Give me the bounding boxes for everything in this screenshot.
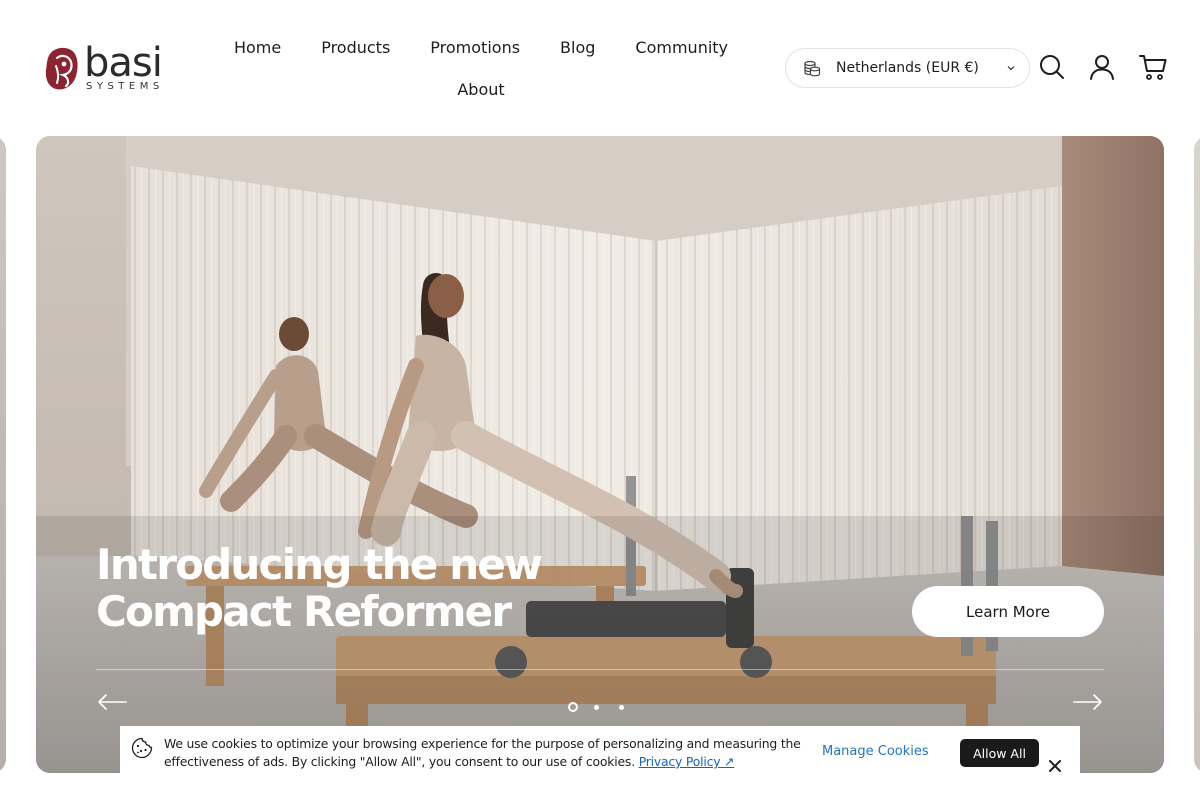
- nav-item-home[interactable]: Home: [214, 28, 301, 68]
- coins-icon: [804, 60, 821, 77]
- learn-more-button[interactable]: Learn More: [912, 586, 1104, 637]
- nav-item-community[interactable]: Community: [615, 28, 748, 68]
- allow-all-button[interactable]: Allow All: [960, 739, 1039, 767]
- nav-row-2: About: [211, 70, 751, 110]
- nav-row-1: Home Products Promotions Blog Community: [211, 28, 751, 68]
- close-icon[interactable]: [1048, 759, 1062, 773]
- arrow-left-icon[interactable]: [96, 691, 128, 713]
- hero-divider: [96, 669, 1104, 670]
- hero-title-line-2: Compact Reformer: [96, 587, 512, 636]
- logo-wordmark: basi SYSTEMS: [84, 39, 164, 92]
- account-icon[interactable]: [1087, 52, 1117, 82]
- logo-subtitle: SYSTEMS: [86, 80, 164, 92]
- previous-slide-peek: [0, 136, 6, 773]
- slide-dot-3[interactable]: [619, 704, 624, 710]
- basi-logo-mark-icon: [45, 47, 78, 90]
- site-header: basi SYSTEMS Home Products Promotions Bl…: [0, 0, 1200, 136]
- nav-item-blog[interactable]: Blog: [540, 28, 615, 68]
- cart-icon[interactable]: [1138, 52, 1168, 82]
- logo-word: basi: [84, 39, 163, 86]
- cookie-message: We use cookies to optimize your browsing…: [164, 735, 804, 771]
- chevron-down-icon: [1007, 66, 1015, 71]
- cookie-banner: We use cookies to optimize your browsing…: [120, 726, 1080, 800]
- basi-logo[interactable]: basi SYSTEMS: [44, 42, 168, 94]
- hero-carousel: Introducing the new Compact Reformer Lea…: [36, 136, 1164, 773]
- slide-dot-1[interactable]: [568, 702, 578, 712]
- next-slide-peek: [1194, 136, 1200, 773]
- cookie-icon: [131, 737, 153, 759]
- search-icon[interactable]: [1037, 52, 1067, 82]
- country-selector-label: Netherlands (EUR €): [836, 60, 979, 76]
- privacy-policy-link[interactable]: Privacy Policy ↗: [639, 754, 735, 769]
- slide-dot-2[interactable]: [594, 704, 599, 710]
- manage-cookies-link[interactable]: Manage Cookies: [822, 744, 929, 759]
- main-nav: Home Products Promotions Blog Community …: [211, 28, 751, 110]
- hero-image: [36, 136, 1164, 773]
- country-selector[interactable]: Netherlands (EUR €): [785, 48, 1030, 88]
- hero-title: Introducing the new Compact Reformer: [96, 541, 556, 635]
- nav-item-products[interactable]: Products: [301, 28, 410, 68]
- nav-item-promotions[interactable]: Promotions: [410, 28, 540, 68]
- slide-indicators: [568, 702, 634, 712]
- hero-title-line-1: Introducing the new: [96, 540, 543, 589]
- arrow-right-icon[interactable]: [1072, 691, 1104, 713]
- nav-item-about[interactable]: About: [437, 70, 524, 110]
